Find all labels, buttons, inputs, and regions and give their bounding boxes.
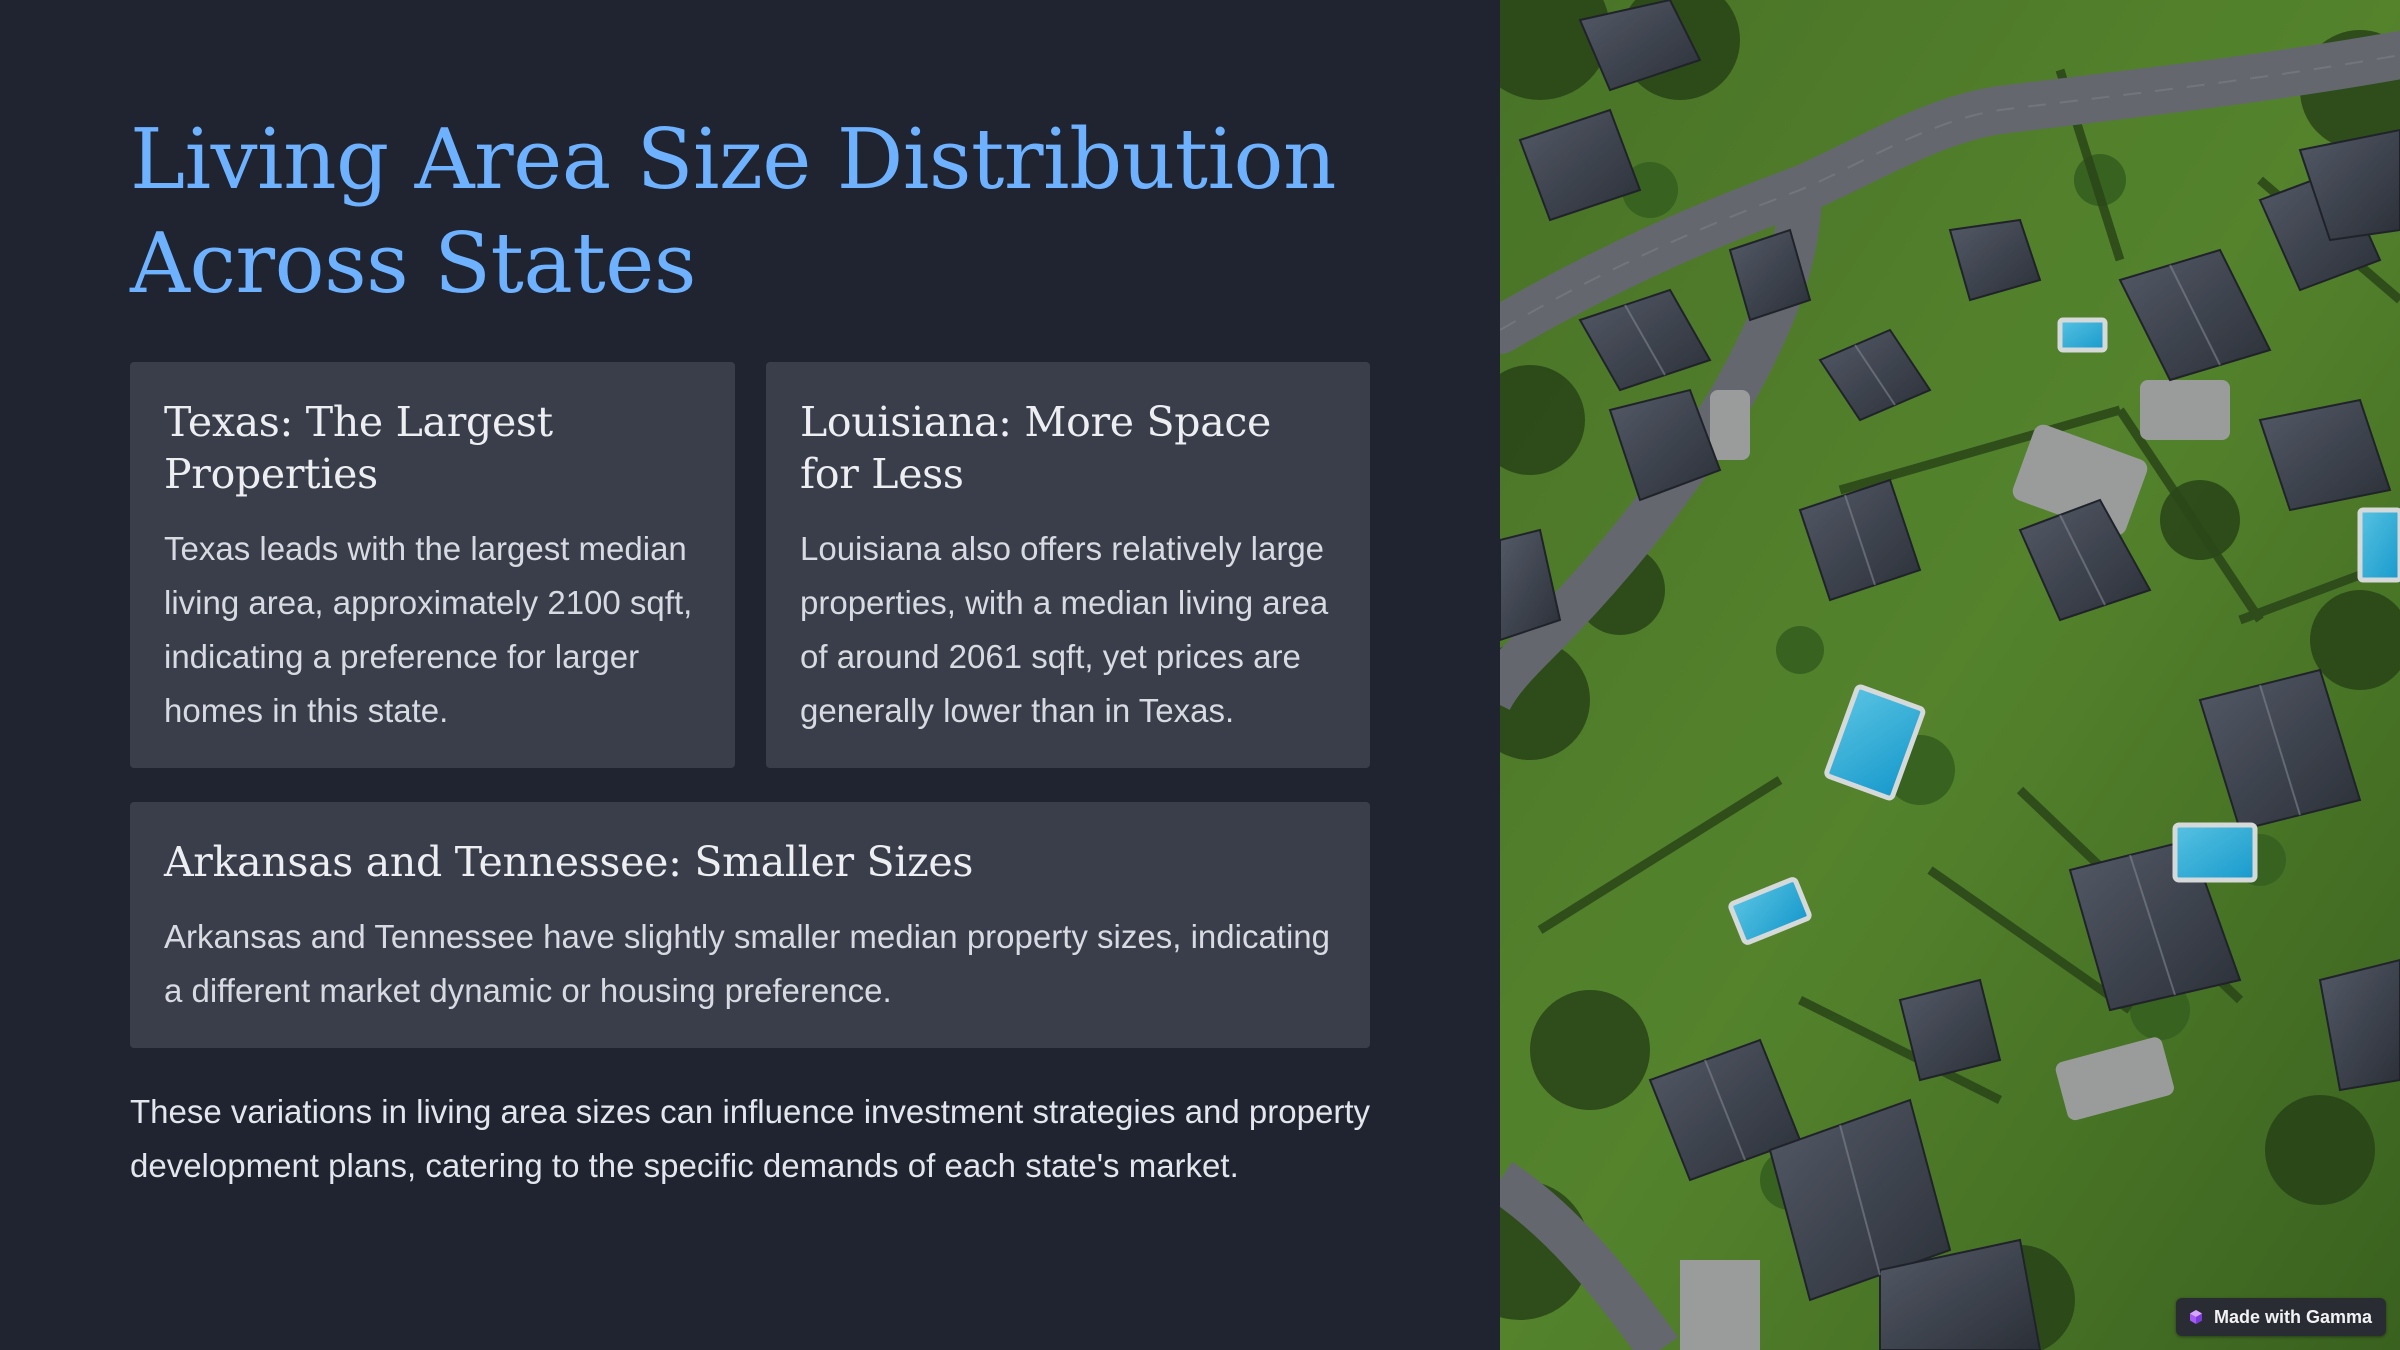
gamma-logo-icon <box>2189 1310 2202 1324</box>
card-louisiana-heading: Louisiana: More Space for Less <box>800 398 1271 498</box>
card-arkansas-tennessee-body: Arkansas and Tennessee have slightly sma… <box>164 918 1331 1009</box>
card-arkansas-tennessee-heading: Arkansas and Tennessee: Smaller Sizes <box>164 838 974 886</box>
card-louisiana: Louisiana: More Space for Less Louisiana… <box>766 362 1370 768</box>
card-texas-body: Texas leads with the largest median livi… <box>164 530 693 729</box>
summary-text: These variations in living area sizes ca… <box>130 1093 1370 1184</box>
aerial-neighborhood-photo: Made with Gamma <box>1500 0 2400 1350</box>
card-louisiana-body: Louisiana also offers relatively large p… <box>800 530 1329 729</box>
badge-label: Made with Gamma <box>2213 1306 2372 1327</box>
content-panel: Living Area Size Distribution Across Sta… <box>0 0 1500 1350</box>
slide: Living Area Size Distribution Across Sta… <box>0 0 2400 1350</box>
page-title: Living Area Size Distribution Across Sta… <box>130 111 1336 312</box>
made-with-gamma-badge[interactable]: Made with Gamma <box>2175 1298 2386 1336</box>
card-texas-heading: Texas: The Largest Properties <box>164 398 553 498</box>
card-arkansas-tennessee: Arkansas and Tennessee: Smaller Sizes Ar… <box>130 802 1370 1048</box>
card-texas: Texas: The Largest Properties Texas lead… <box>130 362 735 768</box>
